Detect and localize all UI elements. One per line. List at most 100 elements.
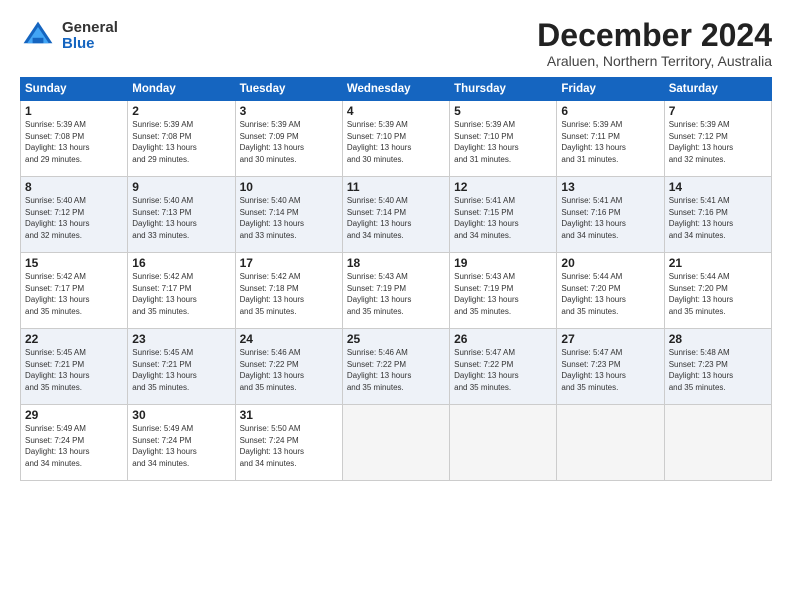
- day-number: 22: [25, 332, 123, 346]
- day-number: 15: [25, 256, 123, 270]
- day-number: 30: [132, 408, 230, 422]
- calendar-cell: 28Sunrise: 5:48 AM Sunset: 7:23 PM Dayli…: [664, 329, 771, 405]
- day-info: Sunrise: 5:39 AM Sunset: 7:10 PM Dayligh…: [347, 119, 445, 165]
- calendar-cell: 27Sunrise: 5:47 AM Sunset: 7:23 PM Dayli…: [557, 329, 664, 405]
- day-number: 9: [132, 180, 230, 194]
- location: Araluen, Northern Territory, Australia: [537, 53, 772, 69]
- day-number: 1: [25, 104, 123, 118]
- day-info: Sunrise: 5:46 AM Sunset: 7:22 PM Dayligh…: [347, 347, 445, 393]
- day-info: Sunrise: 5:42 AM Sunset: 7:18 PM Dayligh…: [240, 271, 338, 317]
- day-number: 13: [561, 180, 659, 194]
- calendar-cell: 4Sunrise: 5:39 AM Sunset: 7:10 PM Daylig…: [342, 101, 449, 177]
- calendar-cell: [342, 405, 449, 481]
- calendar-cell: 14Sunrise: 5:41 AM Sunset: 7:16 PM Dayli…: [664, 177, 771, 253]
- month-title: December 2024: [537, 18, 772, 53]
- logo-general-text: General: [62, 20, 118, 37]
- day-number: 18: [347, 256, 445, 270]
- day-info: Sunrise: 5:41 AM Sunset: 7:16 PM Dayligh…: [561, 195, 659, 241]
- page: General Blue December 2024 Araluen, Nort…: [0, 0, 792, 612]
- day-number: 3: [240, 104, 338, 118]
- col-saturday: Saturday: [664, 78, 771, 101]
- calendar-cell: 3Sunrise: 5:39 AM Sunset: 7:09 PM Daylig…: [235, 101, 342, 177]
- col-sunday: Sunday: [21, 78, 128, 101]
- logo-icon: [20, 18, 56, 54]
- day-number: 10: [240, 180, 338, 194]
- day-number: 27: [561, 332, 659, 346]
- calendar-table: Sunday Monday Tuesday Wednesday Thursday…: [20, 77, 772, 481]
- calendar-row: 15Sunrise: 5:42 AM Sunset: 7:17 PM Dayli…: [21, 253, 772, 329]
- calendar-cell: 31Sunrise: 5:50 AM Sunset: 7:24 PM Dayli…: [235, 405, 342, 481]
- day-number: 31: [240, 408, 338, 422]
- day-number: 5: [454, 104, 552, 118]
- day-number: 8: [25, 180, 123, 194]
- day-info: Sunrise: 5:42 AM Sunset: 7:17 PM Dayligh…: [25, 271, 123, 317]
- day-info: Sunrise: 5:39 AM Sunset: 7:12 PM Dayligh…: [669, 119, 767, 165]
- calendar-cell: 11Sunrise: 5:40 AM Sunset: 7:14 PM Dayli…: [342, 177, 449, 253]
- day-info: Sunrise: 5:39 AM Sunset: 7:08 PM Dayligh…: [132, 119, 230, 165]
- day-info: Sunrise: 5:47 AM Sunset: 7:22 PM Dayligh…: [454, 347, 552, 393]
- col-friday: Friday: [557, 78, 664, 101]
- col-thursday: Thursday: [450, 78, 557, 101]
- calendar-cell: 6Sunrise: 5:39 AM Sunset: 7:11 PM Daylig…: [557, 101, 664, 177]
- calendar-cell: 18Sunrise: 5:43 AM Sunset: 7:19 PM Dayli…: [342, 253, 449, 329]
- calendar-cell: 12Sunrise: 5:41 AM Sunset: 7:15 PM Dayli…: [450, 177, 557, 253]
- day-number: 24: [240, 332, 338, 346]
- day-number: 28: [669, 332, 767, 346]
- logo-text: General Blue: [62, 20, 118, 53]
- day-number: 7: [669, 104, 767, 118]
- day-info: Sunrise: 5:44 AM Sunset: 7:20 PM Dayligh…: [669, 271, 767, 317]
- day-info: Sunrise: 5:40 AM Sunset: 7:14 PM Dayligh…: [347, 195, 445, 241]
- day-info: Sunrise: 5:39 AM Sunset: 7:09 PM Dayligh…: [240, 119, 338, 165]
- day-number: 2: [132, 104, 230, 118]
- calendar-row: 22 Sunrise: 5:45 AM Sunset: 7:21 PM Dayli…: [21, 329, 772, 405]
- day-info: Sunrise: 5:50 AM Sunset: 7:24 PM Dayligh…: [240, 423, 338, 469]
- calendar-cell: [664, 405, 771, 481]
- logo: General Blue: [20, 18, 118, 54]
- calendar-cell: 1Sunrise: 5:39 AM Sunset: 7:08 PM Daylig…: [21, 101, 128, 177]
- calendar-cell: 8Sunrise: 5:40 AM Sunset: 7:12 PM Daylig…: [21, 177, 128, 253]
- calendar-cell: 13Sunrise: 5:41 AM Sunset: 7:16 PM Dayli…: [557, 177, 664, 253]
- day-info: Sunrise: 5:39 AM Sunset: 7:08 PM Dayligh…: [25, 119, 123, 165]
- header-row: Sunday Monday Tuesday Wednesday Thursday…: [21, 78, 772, 101]
- header: General Blue December 2024 Araluen, Nort…: [20, 18, 772, 69]
- calendar-cell: 21Sunrise: 5:44 AM Sunset: 7:20 PM Dayli…: [664, 253, 771, 329]
- day-info: Sunrise: 5:46 AM Sunset: 7:22 PM Dayligh…: [240, 347, 338, 393]
- col-tuesday: Tuesday: [235, 78, 342, 101]
- day-info: Sunrise: 5:40 AM Sunset: 7:12 PM Dayligh…: [25, 195, 123, 241]
- day-number: 26: [454, 332, 552, 346]
- day-number: 17: [240, 256, 338, 270]
- calendar-row: 1Sunrise: 5:39 AM Sunset: 7:08 PM Daylig…: [21, 101, 772, 177]
- day-number: 29: [25, 408, 123, 422]
- day-number: 12: [454, 180, 552, 194]
- day-number: 25: [347, 332, 445, 346]
- calendar-cell: [450, 405, 557, 481]
- calendar-cell: 16Sunrise: 5:42 AM Sunset: 7:17 PM Dayli…: [128, 253, 235, 329]
- day-info: Sunrise: 5:47 AM Sunset: 7:23 PM Dayligh…: [561, 347, 659, 393]
- day-info: Sunrise: 5:45 AM Sunset: 7:21 PM Dayligh…: [132, 347, 230, 393]
- title-block: December 2024 Araluen, Northern Territor…: [537, 18, 772, 69]
- day-info: Sunrise: 5:42 AM Sunset: 7:17 PM Dayligh…: [132, 271, 230, 317]
- calendar-cell: 23Sunrise: 5:45 AM Sunset: 7:21 PM Dayli…: [128, 329, 235, 405]
- col-monday: Monday: [128, 78, 235, 101]
- day-info: Sunrise: 5:44 AM Sunset: 7:20 PM Dayligh…: [561, 271, 659, 317]
- calendar-cell: 20Sunrise: 5:44 AM Sunset: 7:20 PM Dayli…: [557, 253, 664, 329]
- calendar-row: 8Sunrise: 5:40 AM Sunset: 7:12 PM Daylig…: [21, 177, 772, 253]
- day-info: Sunrise: 5:49 AM Sunset: 7:24 PM Dayligh…: [132, 423, 230, 469]
- calendar-cell: 30Sunrise: 5:49 AM Sunset: 7:24 PM Dayli…: [128, 405, 235, 481]
- day-number: 4: [347, 104, 445, 118]
- day-info: Sunrise: 5:48 AM Sunset: 7:23 PM Dayligh…: [669, 347, 767, 393]
- calendar-cell: 10Sunrise: 5:40 AM Sunset: 7:14 PM Dayli…: [235, 177, 342, 253]
- day-info: Sunrise: 5:40 AM Sunset: 7:13 PM Dayligh…: [132, 195, 230, 241]
- day-number: 16: [132, 256, 230, 270]
- calendar-cell: 2Sunrise: 5:39 AM Sunset: 7:08 PM Daylig…: [128, 101, 235, 177]
- day-info: Sunrise: 5:41 AM Sunset: 7:16 PM Dayligh…: [669, 195, 767, 241]
- day-number: 6: [561, 104, 659, 118]
- day-info: Sunrise: 5:43 AM Sunset: 7:19 PM Dayligh…: [454, 271, 552, 317]
- calendar-cell: 15Sunrise: 5:42 AM Sunset: 7:17 PM Dayli…: [21, 253, 128, 329]
- calendar-cell: [557, 405, 664, 481]
- day-number: 23: [132, 332, 230, 346]
- calendar-cell: 26Sunrise: 5:47 AM Sunset: 7:22 PM Dayli…: [450, 329, 557, 405]
- day-number: 14: [669, 180, 767, 194]
- day-info: Sunrise: 5:39 AM Sunset: 7:11 PM Dayligh…: [561, 119, 659, 165]
- calendar-row: 29 Sunrise: 5:49 AM Sunset: 7:24 PM Dayli…: [21, 405, 772, 481]
